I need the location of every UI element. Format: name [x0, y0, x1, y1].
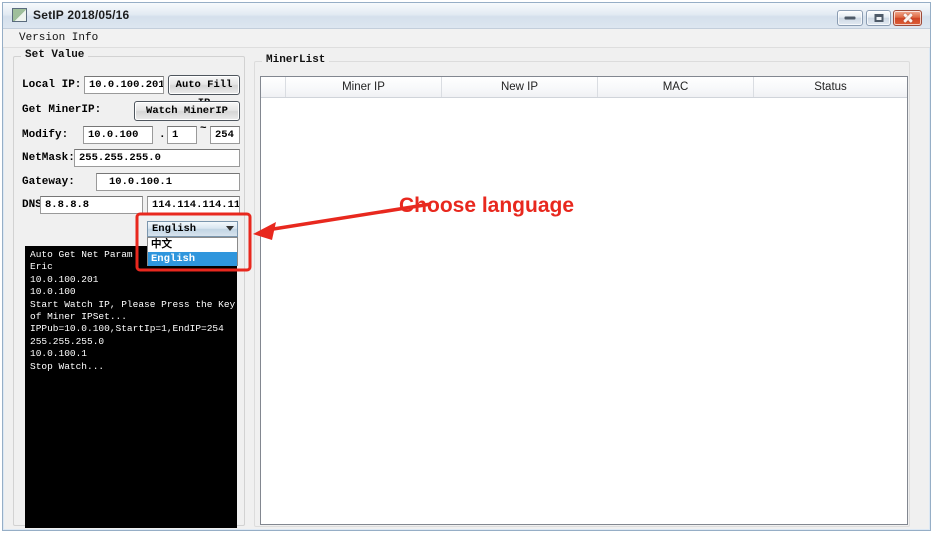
column-header-miner-ip[interactable]: Miner IP [286, 77, 442, 97]
local-ip-label: Local IP: [22, 79, 82, 91]
netmask-label: NetMask: [22, 152, 75, 164]
maximize-icon [874, 14, 883, 22]
auto-fill-ip-button[interactable]: Auto Fill IP [168, 75, 240, 109]
modify-label: Modify: [22, 129, 69, 141]
gateway-input[interactable]: 10.0.100.1 [96, 173, 240, 191]
language-selected-value: English [152, 223, 197, 235]
app-window: SetIP 2018/05/16 Version Info Set Value … [2, 2, 931, 531]
modify-end-input[interactable]: 254 [210, 126, 240, 144]
minimize-icon [844, 16, 856, 20]
log-line: IPPub=10.0.100,StartIp=1,EndIP=254 [30, 323, 224, 335]
dns-secondary-input[interactable]: 114.114.114.114 [147, 196, 240, 214]
miner-list-group-title: MinerList [262, 54, 330, 66]
language-dropdown-list: 中文 English [147, 237, 238, 266]
close-button[interactable] [893, 10, 922, 26]
close-icon [903, 14, 912, 23]
language-dropdown[interactable]: English [147, 221, 238, 237]
log-line: of Miner IPSet... [30, 311, 127, 323]
column-header-rownum[interactable] [261, 77, 286, 97]
gateway-label: Gateway: [22, 176, 75, 188]
maximize-button[interactable] [866, 10, 891, 26]
modify-dot-separator: . [159, 129, 166, 141]
modify-range-tilde: ~ [200, 123, 207, 135]
log-line: 255.255.255.0 [30, 335, 105, 347]
setip-app: SetIP 2018/05/16 Version Info Set Value … [0, 0, 935, 535]
menu-item-version-info[interactable]: Version Info [15, 31, 102, 45]
log-line: 10.0.100.201 [30, 273, 99, 285]
dns-primary-input[interactable]: 8.8.8.8 [40, 196, 143, 214]
modify-start-input[interactable]: 1 [167, 126, 197, 144]
set-value-group-title: Set Value [21, 49, 89, 61]
title-bar[interactable]: SetIP 2018/05/16 [3, 3, 930, 29]
log-line: 10.0.100 [30, 286, 76, 298]
local-ip-input[interactable]: 10.0.100.201 [84, 76, 164, 94]
chevron-down-icon [226, 226, 234, 231]
language-option-english[interactable]: English [148, 252, 237, 266]
miner-list-header-row: Miner IP New IP MAC Status [261, 77, 907, 98]
miner-list-table: Miner IP New IP MAC Status [260, 76, 908, 525]
log-line: Start Watch IP, Please Press the Key [30, 298, 236, 310]
app-icon [12, 8, 27, 22]
log-line: 10.0.100.1 [30, 348, 88, 360]
log-line: Stop Watch... [30, 360, 105, 372]
watch-miner-ip-button[interactable]: Watch MinerIP [134, 101, 240, 121]
get-miner-ip-label: Get MinerIP: [22, 104, 102, 116]
modify-base-input[interactable]: 10.0.100 [83, 126, 153, 144]
menu-bar: Version Info [3, 29, 930, 48]
column-header-mac[interactable]: MAC [598, 77, 754, 97]
log-console: Auto Get Net Param Eric 10.0.100.201 10.… [25, 246, 237, 528]
netmask-input[interactable]: 255.255.255.0 [74, 149, 240, 167]
language-option-chinese[interactable]: 中文 [148, 238, 237, 252]
window-title: SetIP 2018/05/16 [33, 8, 130, 22]
minimize-button[interactable] [837, 10, 863, 26]
column-header-status[interactable]: Status [754, 77, 907, 97]
column-header-new-ip[interactable]: New IP [442, 77, 598, 97]
